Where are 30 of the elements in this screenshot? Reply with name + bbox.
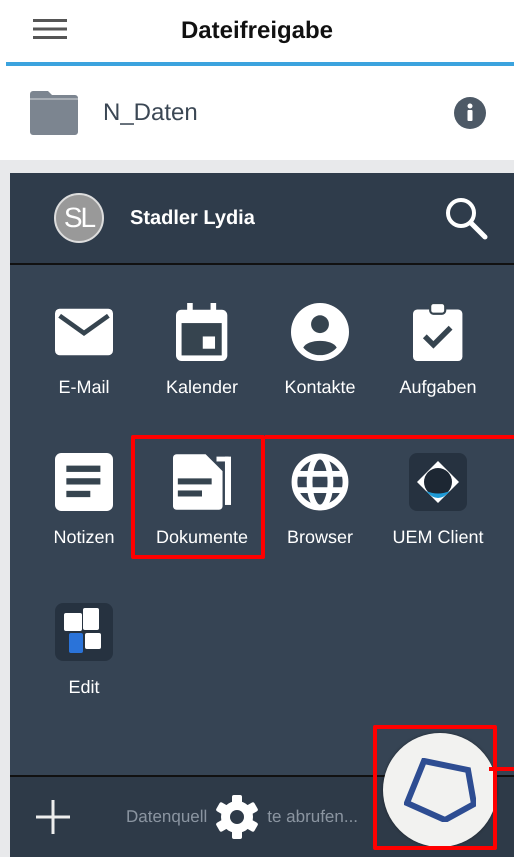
plus-icon[interactable]: [36, 800, 70, 834]
search-icon[interactable]: [444, 196, 488, 240]
app-launcher[interactable]: Dokumente: [143, 431, 261, 561]
app-launcher[interactable]: E-Mail: [25, 281, 143, 411]
user-name: Stadler Lydia: [130, 206, 256, 230]
calendar-icon: [176, 303, 228, 361]
app-launcher[interactable]: Browser: [261, 431, 379, 561]
uem-app-icon: [409, 453, 467, 511]
app-launcher[interactable]: Aufgaben: [379, 281, 497, 411]
folder-icon: [30, 91, 78, 135]
app-launcher[interactable]: Notizen: [25, 431, 143, 561]
status-text: te abrufen...: [267, 807, 358, 827]
pentagon-icon: [404, 758, 476, 822]
edit-app-icon: [55, 603, 113, 661]
menu-icon[interactable]: [33, 19, 67, 39]
status-text: Datenquell: [126, 807, 208, 827]
person-icon: [291, 303, 349, 361]
folder-row[interactable]: N_Daten: [0, 66, 514, 160]
app-launcher[interactable]: UEM Client: [379, 431, 497, 561]
info-icon[interactable]: [454, 97, 486, 129]
app-launcher[interactable]: Kalender: [143, 281, 261, 411]
clipboard-check-icon: [413, 303, 463, 361]
folder-name: N_Daten: [103, 99, 199, 127]
document-icon: [173, 453, 231, 511]
screen-title: Dateifreigabe: [180, 17, 334, 45]
notes-icon: [55, 453, 113, 511]
app-launcher[interactable]: Kontakte: [261, 281, 379, 411]
app-launcher[interactable]: Edit: [25, 581, 143, 711]
globe-icon: [291, 453, 349, 511]
user-avatar: SL: [54, 193, 104, 243]
